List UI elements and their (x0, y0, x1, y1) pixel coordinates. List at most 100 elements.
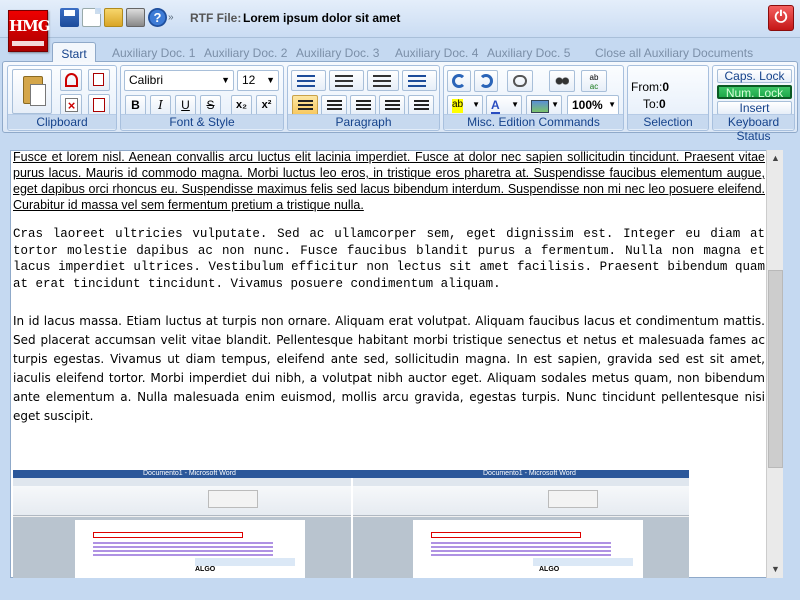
quick-access-toolbar: ? (60, 8, 167, 28)
link-button[interactable] (507, 70, 533, 92)
scroll-up-arrow[interactable]: ▲ (767, 150, 784, 167)
font-color-icon: A (491, 98, 500, 115)
num-lock-indicator[interactable]: Num. Lock (717, 85, 792, 99)
misc-edition-group: ab ac ab ▼ A ▼ ▼ 100% ▼ Misc. Edition Co… (443, 65, 624, 131)
align-left-button[interactable] (292, 95, 318, 116)
document-paragraph[interactable]: Fusce et lorem nisl. Aenean convallis ar… (13, 149, 765, 213)
selection-to-label: To: (643, 97, 660, 111)
embedded-image[interactable]: Documento1 - Microsoft Word Documento1 -… (13, 470, 689, 578)
embedded-label-right: ALGO (539, 566, 560, 573)
redo-button[interactable] (474, 70, 498, 92)
tab-start[interactable]: Start (52, 42, 96, 62)
paste-button[interactable] (12, 69, 52, 114)
justify-icon (385, 100, 400, 112)
superscript-button[interactable]: x² (256, 95, 277, 116)
help-icon[interactable]: ? (148, 8, 167, 27)
numbering-icon (335, 75, 353, 87)
power-icon[interactable]: ⏻ (768, 5, 794, 31)
paste-special-icon (93, 98, 105, 112)
logo-underline (12, 41, 44, 46)
line-spacing-button[interactable] (402, 70, 437, 91)
tab-bar: Start Auxiliary Doc. 1 Auxiliary Doc. 2 … (0, 38, 800, 62)
outdent-icon (373, 75, 391, 87)
italic-button[interactable]: I (150, 95, 171, 116)
align-center-button[interactable] (321, 95, 347, 116)
replace-button[interactable]: ab ac (581, 70, 607, 92)
delete-icon: × (65, 98, 78, 112)
embedded-code-lines (93, 542, 273, 556)
selection-from: From:0 (631, 80, 669, 94)
tab-aux-doc-3[interactable]: Auxiliary Doc. 3 (296, 42, 379, 62)
misc-edition-group-label: Misc. Edition Commands (444, 114, 623, 129)
embedded-highlight (93, 532, 243, 538)
selection-from-value: 0 (662, 80, 670, 94)
find-text-label: ab (589, 73, 599, 82)
font-style-group: Calibri ▼ 12 ▼ B I U S x₂ x² Font & Styl… (120, 65, 284, 131)
subscript-button[interactable]: x₂ (231, 95, 252, 116)
copy-icon (93, 73, 104, 86)
tab-close-all-aux[interactable]: Close all Auxiliary Documents (595, 42, 753, 62)
highlight-icon: ab (452, 99, 464, 113)
tab-aux-doc-4[interactable]: Auxiliary Doc. 4 (395, 42, 478, 62)
app-logo[interactable]: HMG (8, 10, 51, 52)
align-right-button[interactable] (350, 95, 376, 116)
selection-from-label: From: (631, 80, 663, 94)
zoom-value: 100% (572, 98, 603, 112)
caps-lock-indicator[interactable]: Caps. Lock (717, 69, 792, 83)
tab-aux-doc-5[interactable]: Auxiliary Doc. 5 (487, 42, 570, 62)
embedded-divider (351, 478, 353, 578)
justify-icon (414, 100, 429, 112)
undo-icon (452, 74, 466, 88)
justify-full-button[interactable] (408, 95, 434, 116)
scrollbar-thumb[interactable] (768, 270, 783, 468)
save-icon[interactable] (60, 8, 79, 27)
copy-button[interactable] (88, 69, 110, 91)
link-icon (513, 75, 527, 87)
justify-button[interactable] (379, 95, 405, 116)
chevron-down-icon: ▼ (472, 100, 480, 109)
rtf-file-name: Lorem ipsum dolor sit amet (243, 11, 401, 25)
find-button[interactable] (549, 70, 575, 92)
paragraph-group-label: Paragraph (288, 114, 439, 129)
embedded-tooltip (533, 558, 633, 566)
line-spacing-icon (408, 75, 426, 87)
align-right-icon (356, 100, 371, 112)
insert-mode-indicator[interactable]: Insert (717, 101, 792, 115)
chevron-down-icon: ▼ (551, 100, 559, 109)
chevron-down-icon: ▼ (608, 100, 616, 109)
bold-button[interactable]: B (125, 95, 146, 116)
open-folder-icon[interactable] (104, 8, 123, 27)
cut-button[interactable] (60, 69, 82, 91)
new-doc-icon[interactable] (82, 8, 101, 27)
font-name-select[interactable]: Calibri ▼ (124, 70, 234, 91)
numbering-button[interactable] (329, 70, 364, 91)
paragraph-group: Paragraph (287, 65, 440, 131)
chevron-down-icon: ▼ (221, 75, 230, 85)
toolbar-separator: » (168, 12, 174, 23)
paste-special-button[interactable] (88, 94, 110, 116)
scroll-down-arrow[interactable]: ▼ (767, 561, 784, 578)
document-paragraph[interactable]: In id lacus massa. Etiam luctus at turpi… (13, 312, 765, 426)
bullets-button[interactable] (291, 70, 326, 91)
tab-aux-doc-2[interactable]: Auxiliary Doc. 2 (204, 42, 287, 62)
logo-text: HMG (9, 17, 51, 35)
clipboard-group: × Clipboard (7, 65, 117, 131)
align-left-icon (298, 100, 313, 112)
bullets-icon (297, 75, 315, 87)
undo-button[interactable] (447, 70, 471, 92)
font-size-select[interactable]: 12 ▼ (237, 70, 279, 91)
print-icon[interactable] (126, 8, 145, 27)
selection-group: From:0 To:0 Selection (627, 65, 709, 131)
embedded-titlebar (13, 470, 689, 478)
strikethrough-button[interactable]: S (200, 95, 221, 116)
vertical-scrollbar[interactable]: ▲ ▼ (766, 150, 783, 578)
paste-sheet (30, 84, 46, 106)
clipboard-group-label: Clipboard (8, 114, 116, 129)
embedded-tooltip (195, 558, 295, 566)
embedded-window-title-right: Documento1 - Microsoft Word (483, 470, 576, 477)
outdent-button[interactable] (367, 70, 399, 91)
tab-aux-doc-1[interactable]: Auxiliary Doc. 1 (112, 42, 195, 62)
delete-button[interactable]: × (60, 94, 82, 116)
document-paragraph[interactable]: Cras laoreet ultricies vulputate. Sed ac… (13, 226, 765, 292)
underline-button[interactable]: U (175, 95, 196, 116)
